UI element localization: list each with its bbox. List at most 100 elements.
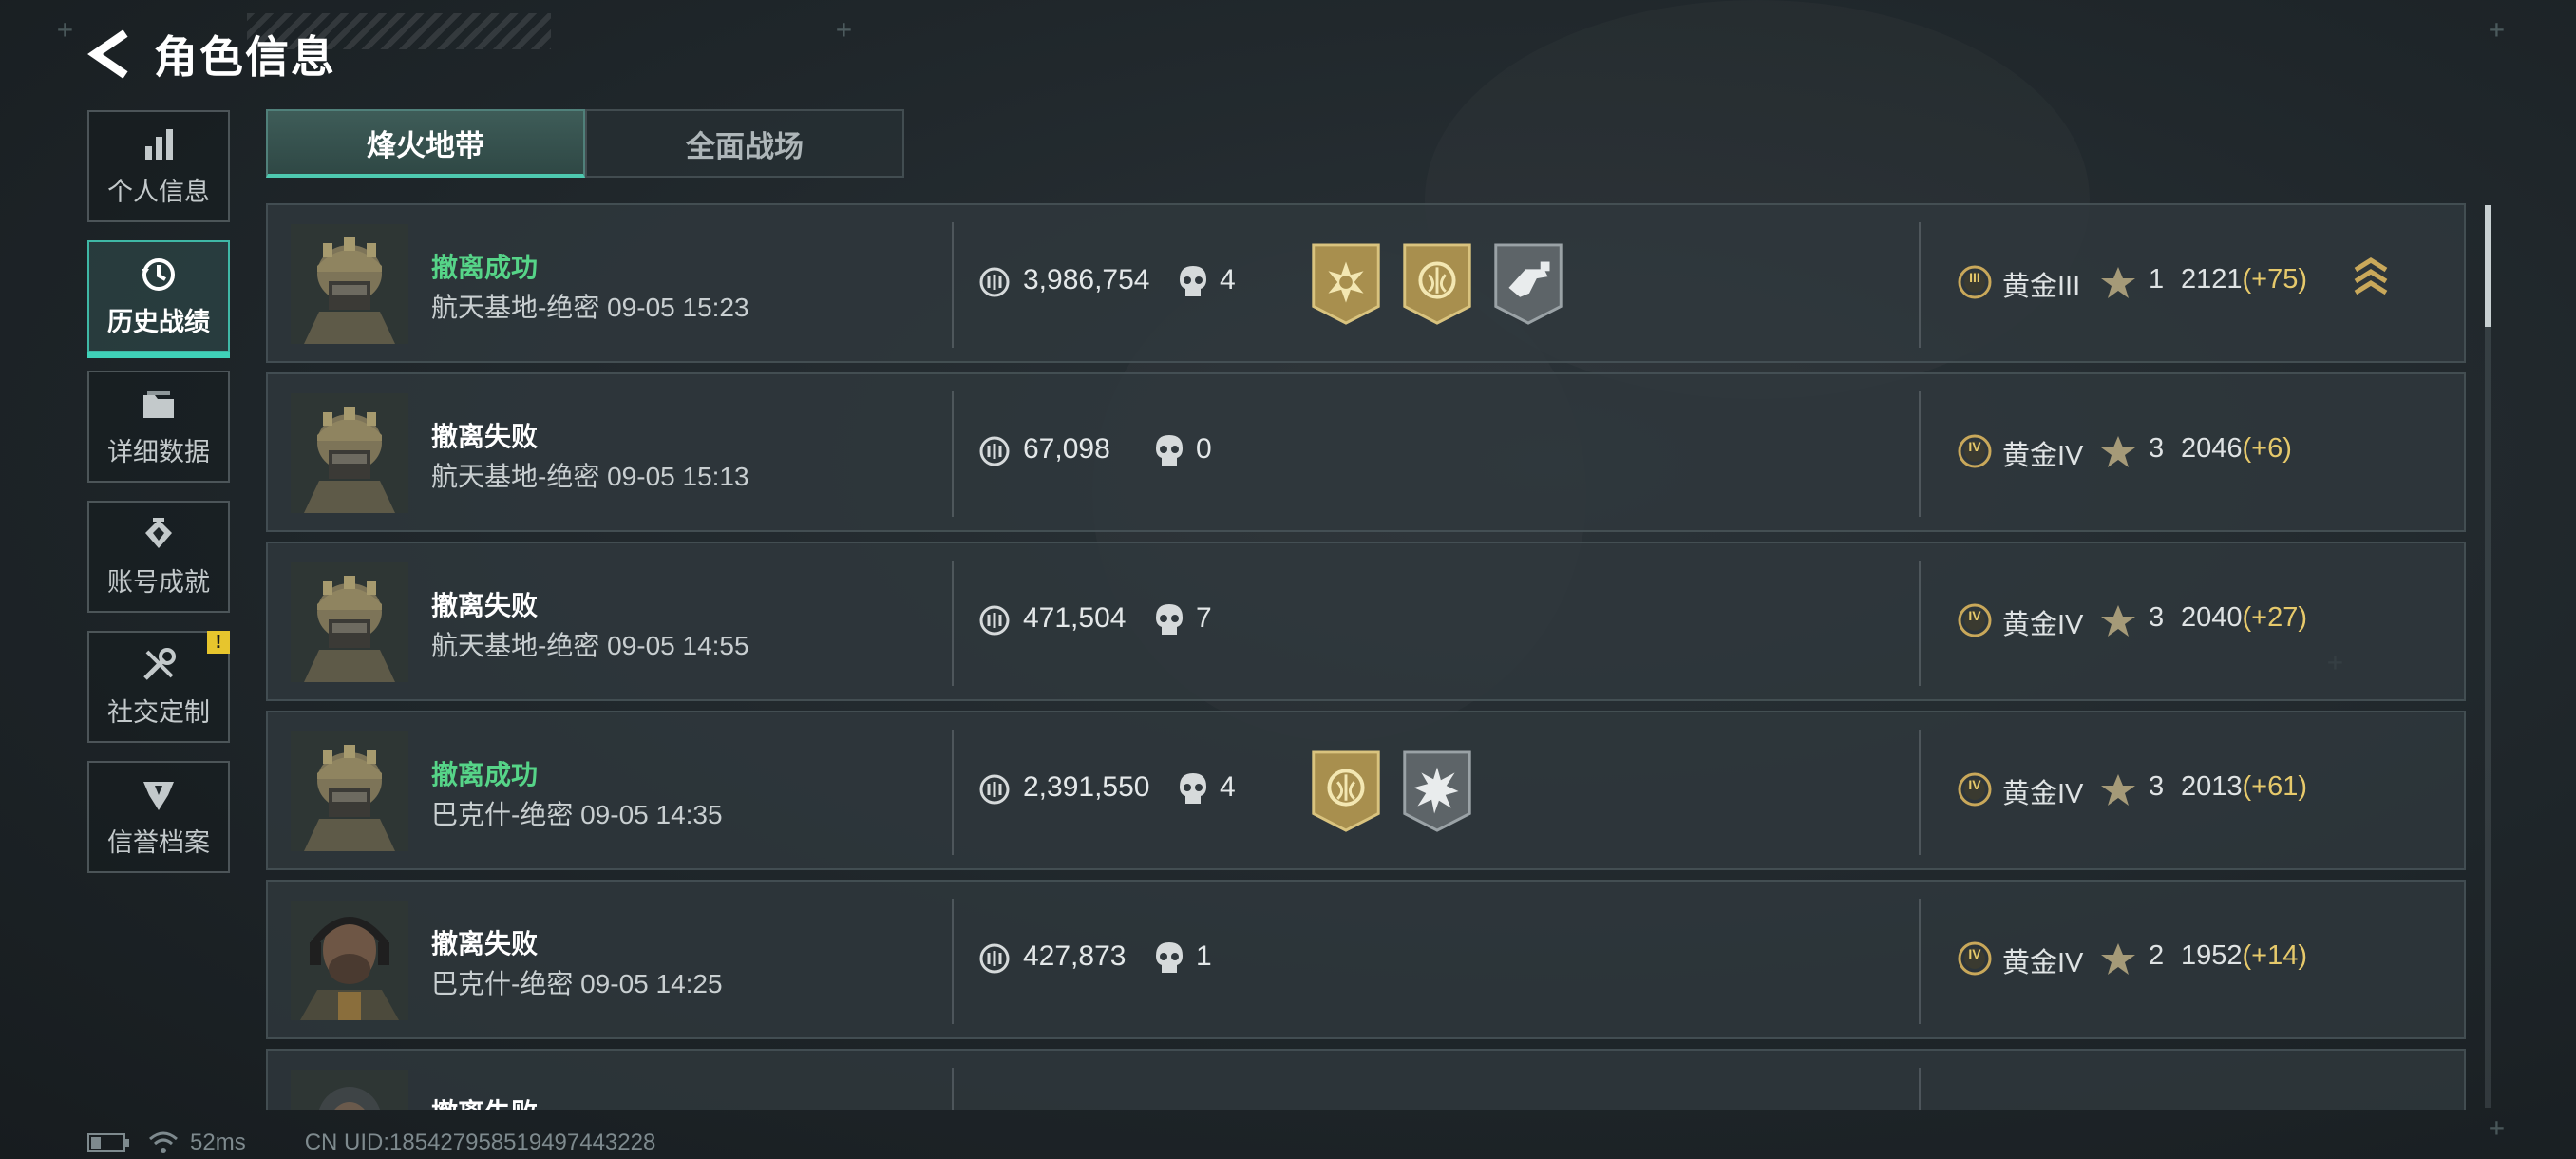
tab-full-battlefield[interactable]: 全面战场 <box>585 109 904 178</box>
row-divider <box>1919 560 1921 686</box>
score-delta: (+6) <box>2242 433 2292 464</box>
operator-avatar <box>291 901 408 1020</box>
sidebar-item-reputation[interactable]: 信誉档案 <box>87 761 230 873</box>
sidebar-item-label: 信誉档案 <box>107 827 210 857</box>
match-row[interactable]: 撤离失败 <box>266 1049 2466 1110</box>
rank-score: 2013(+61) <box>2181 771 2307 803</box>
match-row[interactable]: 撤离成功航天基地-绝密 09-05 15:23 3,986,754 4 III 黄金II… <box>266 203 2466 363</box>
star-icon <box>2101 943 2135 975</box>
coin-value-icon <box>979 436 1010 466</box>
background-crosshair: + <box>836 13 852 45</box>
score-delta: (+27) <box>2242 602 2308 633</box>
extraction-status: 撤离失败 <box>431 929 539 959</box>
row-divider <box>1919 899 1921 1024</box>
rank-score: 2040(+27) <box>2181 602 2307 634</box>
extraction-status: 撤离失败 <box>431 1092 538 1110</box>
row-divider <box>952 560 954 686</box>
score-value: 2040 <box>2181 602 2243 633</box>
operator-avatar <box>291 393 408 513</box>
score-delta: (+14) <box>2242 940 2308 971</box>
background-crosshair: + <box>2489 13 2505 45</box>
rank-numeral: IV <box>1968 608 1981 623</box>
extraction-status: 撤离成功 <box>431 253 539 282</box>
operator-avatar <box>291 732 408 851</box>
star-count: 3 <box>2149 433 2165 464</box>
battery-icon <box>87 1133 129 1152</box>
star-icon <box>2101 774 2135 806</box>
row-divider <box>952 730 954 855</box>
row-divider <box>952 391 954 517</box>
skull-kills-icon <box>1156 942 1183 973</box>
gold-emblem-badge <box>1312 750 1380 832</box>
rank-numeral: IV <box>1968 439 1981 454</box>
coin-value-icon <box>979 774 1010 805</box>
coin-value-icon <box>979 943 1010 974</box>
operator-avatar <box>291 1070 408 1110</box>
rank-name: 黄金III <box>2002 272 2081 302</box>
sidebar-item-achievements[interactable]: 账号成就 <box>87 501 230 613</box>
rank-score: 2046(+6) <box>2181 433 2292 465</box>
tools-icon <box>143 647 176 680</box>
back-arrow-icon[interactable] <box>87 28 133 81</box>
grey-burst-badge <box>1403 750 1471 832</box>
operator-avatar <box>291 562 408 682</box>
kill-count: 0 <box>1196 433 1212 465</box>
match-row[interactable]: 撤离失败 航天基地-绝密 09-05 14:55 471,504 7 IV 黄金IV 3 20… <box>266 542 2466 701</box>
scrollbar-thumb[interactable] <box>2485 205 2491 327</box>
star-icon <box>2101 436 2135 467</box>
score-delta: (+75) <box>2242 264 2308 294</box>
background-crosshair: + <box>57 13 73 45</box>
star-count: 1 <box>2149 264 2165 294</box>
star-icon <box>2101 267 2135 298</box>
skull-kills-icon <box>1180 773 1206 804</box>
row-divider <box>1919 730 1921 855</box>
row-divider <box>1919 222 1921 348</box>
gold-emblem-badge <box>1403 243 1471 325</box>
score-value: 2046 <box>2181 433 2243 464</box>
score-value: 2013 <box>2181 771 2243 802</box>
scrollbar[interactable] <box>2485 205 2491 1108</box>
tab-warzone[interactable]: 烽火地带 <box>266 109 585 178</box>
kill-count: 7 <box>1196 602 1212 634</box>
loot-value: 471,504 <box>1023 602 1127 634</box>
user-uid: CN UID:1854279585194974432​28 <box>304 1130 656 1155</box>
skull-kills-icon <box>1180 266 1206 296</box>
sidebar-item-detailed-data[interactable]: 详细数据 <box>87 370 230 483</box>
achievement-icon <box>145 517 172 548</box>
extraction-status: 撤离失败 <box>431 591 539 620</box>
star-icon <box>2101 605 2135 636</box>
map-and-time: 航天基地-绝密 09-05 15:13 <box>431 462 749 491</box>
map-and-time: 航天基地-绝密 09-05 15:23 <box>431 293 749 322</box>
extraction-status: 撤离成功 <box>431 760 539 789</box>
kill-count: 4 <box>1220 771 1236 803</box>
row-divider <box>952 222 954 348</box>
gold-sun-badge <box>1312 243 1380 325</box>
kill-count: 4 <box>1220 264 1236 295</box>
match-history-list: 撤离成功 航天基地-绝密 09-05 15:23 3,986,754 4 III 黄金II… <box>266 203 2470 1110</box>
loot-value: 2,391,550 <box>1023 771 1150 803</box>
ping-value: 52ms <box>190 1130 246 1155</box>
sidebar-item-social-customize[interactable]: 社交定制 ! <box>87 631 230 743</box>
sidebar-item-label: 账号成就 <box>107 567 210 597</box>
rank-name: 黄金IV <box>2002 441 2084 471</box>
rank-score: 1952(+14) <box>2181 940 2307 972</box>
row-divider <box>1919 391 1921 517</box>
rank-name: 黄金IV <box>2002 610 2084 640</box>
match-row[interactable]: 撤离成功 巴克什-绝密 09-05 14:35 2,391,550 4 IV 黄金IV 3 2… <box>266 711 2466 870</box>
rank-score: 2121(+75) <box>2181 264 2307 295</box>
row-divider <box>952 899 954 1024</box>
match-row[interactable]: 撤离失败 航天基地-绝密 09-05 15:13 67,098 0 IV 黄金IV 3 204… <box>266 372 2466 532</box>
match-row[interactable]: 撤离失败 巴克什-绝密 09-05 14:25 427,873 1 IV 黄金IV 2 195… <box>266 880 2466 1039</box>
sidebar-item-personal-info[interactable]: 个人信息 <box>87 110 230 222</box>
folder-icon <box>143 390 174 418</box>
bar-chart-icon <box>145 128 173 160</box>
rank-numeral: III <box>1969 270 1980 285</box>
sidebar-item-label: 个人信息 <box>107 177 210 206</box>
status-footer: 52ms CN UID:1854279585194974432​28 <box>87 1129 655 1157</box>
rank-numeral: IV <box>1968 946 1981 961</box>
loot-value: 3,986,754 <box>1023 264 1150 295</box>
background-crosshair: + <box>2489 1112 2505 1143</box>
sidebar-item-match-history[interactable]: 历史战绩 <box>87 240 230 358</box>
sidebar: 个人信息 历史战绩 详细数据 账号成就 社交定制 ! 信誉档案 <box>87 110 234 891</box>
skull-kills-icon <box>1156 435 1183 466</box>
